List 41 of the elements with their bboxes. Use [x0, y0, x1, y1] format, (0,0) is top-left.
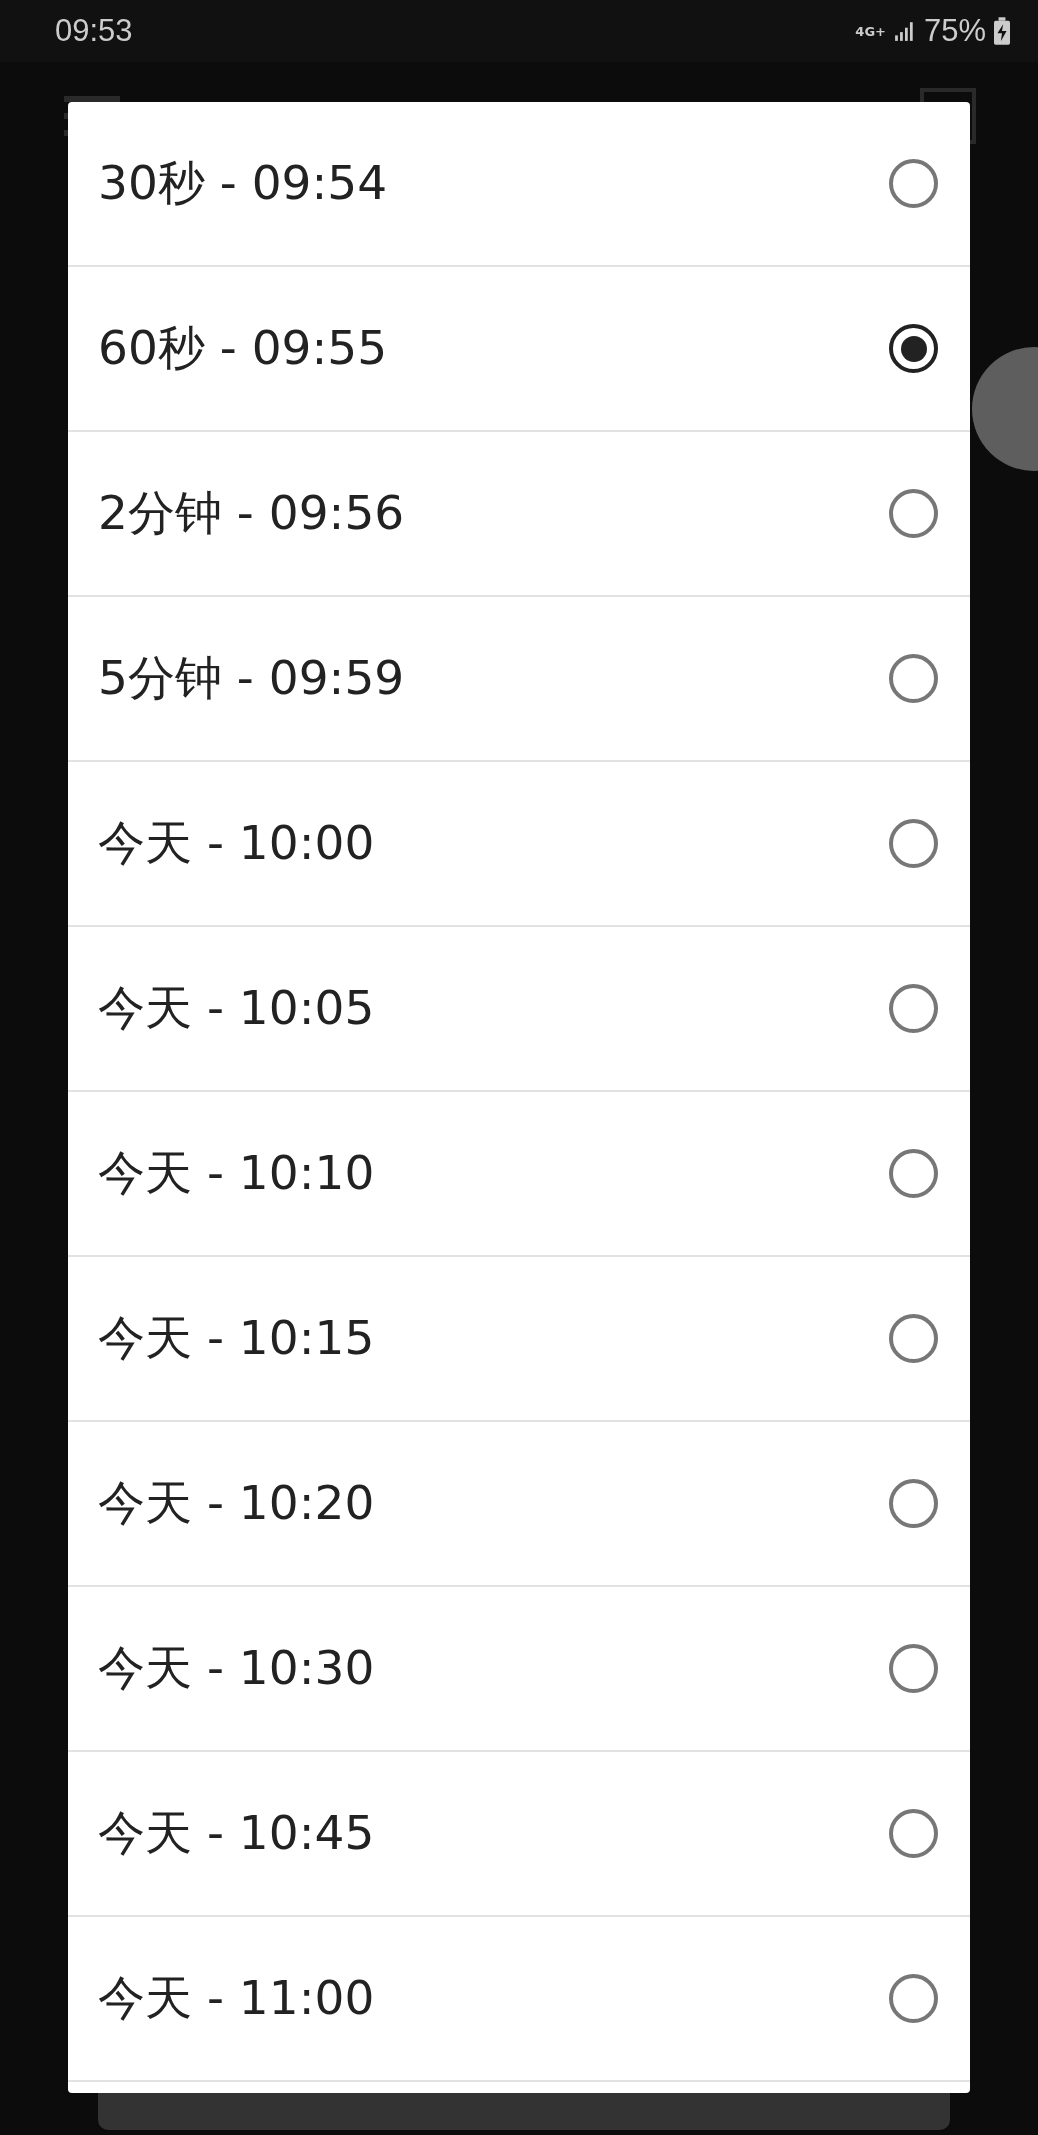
signal-icon	[893, 20, 916, 42]
option-label: 60秒 - 09:55	[98, 319, 388, 377]
option-row[interactable]: 今天 - 11:00	[68, 1917, 970, 2082]
option-label: 30秒 - 09:54	[98, 154, 388, 212]
option-label: 今天 - 10:20	[98, 1474, 375, 1532]
option-row[interactable]: 今天 - 10:30	[68, 1587, 970, 1752]
radio-button[interactable]	[889, 984, 938, 1033]
option-label: 今天 - 10:15	[98, 1309, 375, 1367]
option-row[interactable]: 2分钟 - 09:56	[68, 432, 970, 597]
radio-button[interactable]	[889, 489, 938, 538]
radio-button[interactable]	[889, 654, 938, 703]
radio-button[interactable]	[889, 1644, 938, 1693]
network-type: 4G+	[855, 23, 886, 39]
option-row[interactable]: 今天 - 10:10	[68, 1092, 970, 1257]
option-row[interactable]: 今天 - 10:00	[68, 762, 970, 927]
radio-button[interactable]	[889, 1974, 938, 2023]
option-label: 2分钟 - 09:56	[98, 484, 405, 542]
option-row[interactable]: 60秒 - 09:55	[68, 267, 970, 432]
radio-button[interactable]	[889, 819, 938, 868]
radio-button[interactable]	[889, 1149, 938, 1198]
option-label: 5分钟 - 09:59	[98, 649, 405, 707]
option-row[interactable]: 今天 - 10:45	[68, 1752, 970, 1917]
battery-charging-icon	[994, 17, 1010, 45]
status-time: 09:53	[55, 13, 133, 49]
option-label: 今天 - 10:00	[98, 814, 375, 872]
option-label: 今天 - 10:05	[98, 979, 375, 1037]
option-row[interactable]: 今天 - 10:05	[68, 927, 970, 1092]
option-row[interactable]: 今天 - 10:20	[68, 1422, 970, 1587]
option-row[interactable]: 今天 - 10:15	[68, 1257, 970, 1422]
option-row[interactable]: 30秒 - 09:54	[68, 102, 970, 267]
radio-button[interactable]	[889, 159, 938, 208]
radio-button[interactable]	[889, 324, 938, 373]
radio-button[interactable]	[889, 1809, 938, 1858]
option-label: 今天 - 10:45	[98, 1804, 375, 1862]
battery-percent: 75%	[923, 13, 986, 49]
radio-button[interactable]	[889, 1314, 938, 1363]
option-label: 今天 - 10:30	[98, 1639, 375, 1697]
option-label: 今天 - 11:00	[98, 1969, 375, 2027]
radio-button[interactable]	[889, 1479, 938, 1528]
option-row[interactable]: 5分钟 - 09:59	[68, 597, 970, 762]
option-label: 今天 - 10:10	[98, 1144, 375, 1202]
